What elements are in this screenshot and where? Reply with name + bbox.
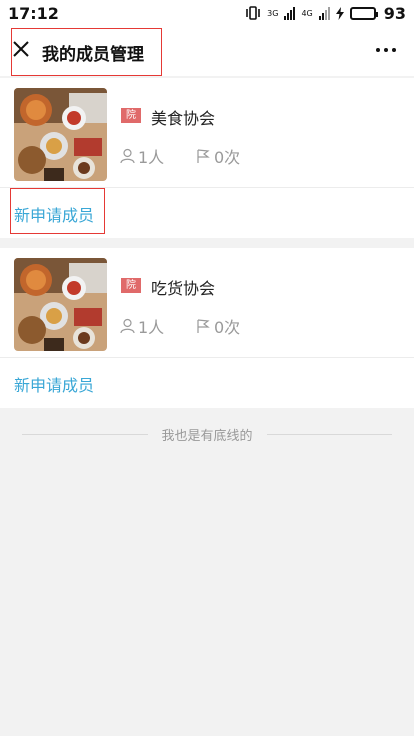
new-applicants-link[interactable]: 新申请成员 <box>14 202 94 226</box>
flag-icon <box>197 149 210 163</box>
card-actions: 新申请成员 <box>0 188 414 238</box>
activity-count-value: 0次 <box>214 148 241 167</box>
battery-icon <box>349 6 378 20</box>
activity-count: 0次 <box>196 314 240 338</box>
org-name: 吃货协会 <box>151 279 216 298</box>
organization-info[interactable]: 院 美食协会 1人 0次 <box>0 78 414 188</box>
status-icons: 3G 4G 93 <box>245 4 406 23</box>
network-3g-label: 3G <box>267 8 279 18</box>
divider-line <box>266 433 393 435</box>
activity-count: 0次 <box>196 144 240 168</box>
flag-icon <box>197 319 210 333</box>
member-count: 1人 <box>120 144 164 168</box>
org-badge: 院 <box>121 108 141 123</box>
close-icon[interactable] <box>12 40 30 58</box>
person-icon <box>120 318 135 334</box>
signal-4g-icon <box>318 6 330 20</box>
more-options-icon[interactable] <box>376 48 396 52</box>
card-actions: 新申请成员 <box>0 358 414 408</box>
member-count-value: 1人 <box>138 318 165 337</box>
end-of-list-divider: 我也是有底线的 <box>22 425 393 444</box>
status-time: 17:12 <box>8 3 59 23</box>
battery-percent: 93 <box>383 3 406 23</box>
network-4g-label: 4G <box>301 8 313 18</box>
activity-count-value: 0次 <box>214 318 241 337</box>
vibrate-icon <box>246 6 260 20</box>
food-thumbnail-image <box>14 258 107 351</box>
signal-3g-icon <box>284 6 296 20</box>
page-title: 我的成员管理 <box>42 45 144 65</box>
new-applicants-link[interactable]: 新申请成员 <box>14 372 94 396</box>
organization-card[interactable]: 院 吃货协会 1人 0次 新申请成员 <box>0 248 414 408</box>
charging-icon <box>335 6 344 20</box>
status-bar: 17:12 3G 4G 93 <box>0 0 414 26</box>
nav-bar: 我的成员管理 <box>0 26 414 76</box>
member-count: 1人 <box>120 314 164 338</box>
divider-line <box>22 433 148 435</box>
organization-info[interactable]: 院 吃货协会 1人 0次 <box>0 248 414 358</box>
organization-card[interactable]: 院 美食协会 1人 0次 新申请成员 <box>0 78 414 238</box>
food-thumbnail-image <box>14 88 107 181</box>
person-icon <box>120 148 135 164</box>
end-of-list-text: 我也是有底线的 <box>161 428 253 444</box>
member-count-value: 1人 <box>138 148 165 167</box>
org-name: 美食协会 <box>151 109 216 128</box>
org-badge: 院 <box>121 278 141 293</box>
